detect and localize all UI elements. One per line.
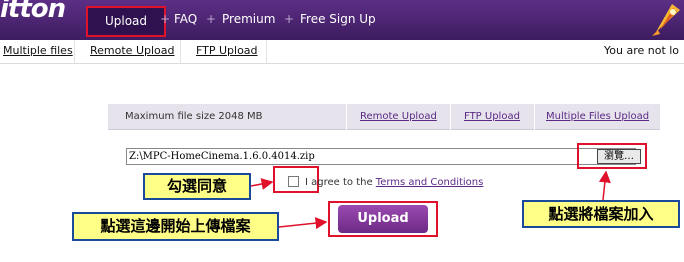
info-divider bbox=[346, 104, 347, 130]
file-path-input[interactable]: Z:\MPC-HomeCinema.1.6.0.4014.zip bbox=[126, 148, 636, 165]
info-divider bbox=[534, 104, 535, 130]
site-logo[interactable]: itton bbox=[0, 0, 66, 24]
nav-signup-link[interactable]: Free Sign Up bbox=[300, 12, 376, 26]
info-ftp-upload-link[interactable]: FTP Upload bbox=[464, 111, 520, 122]
terms-link[interactable]: Terms and Conditions bbox=[376, 177, 484, 188]
nav-premium-link[interactable]: Premium bbox=[222, 12, 275, 26]
max-file-size-text: Maximum file size 2048 MB bbox=[125, 111, 263, 122]
agree-terms-label: I agree to the Terms and Conditions bbox=[305, 177, 483, 188]
upload-info-bar: Maximum file size 2048 MB Remote Upload … bbox=[108, 104, 660, 130]
multiple-files-link[interactable]: Multiple files bbox=[3, 44, 73, 57]
remote-upload-link[interactable]: Remote Upload bbox=[90, 44, 174, 57]
browse-button[interactable]: 瀏覽… bbox=[597, 149, 641, 164]
info-divider bbox=[450, 104, 451, 130]
upload-button[interactable]: Upload bbox=[338, 205, 428, 233]
sub-nav: Multiple files Remote Upload FTP Upload … bbox=[0, 40, 684, 64]
nav-separator: + bbox=[160, 12, 171, 26]
ftp-upload-link[interactable]: FTP Upload bbox=[196, 44, 258, 57]
callout-click-upload: 點選這邊開始上傳檔案 bbox=[72, 212, 279, 241]
arrow-to-browse bbox=[598, 170, 611, 201]
info-remote-upload-link[interactable]: Remote Upload bbox=[360, 111, 437, 122]
top-nav-bar: itton Upload + FAQ + Premium + Free Sign… bbox=[0, 0, 684, 40]
nav-upload-tab[interactable]: Upload bbox=[88, 8, 164, 35]
arrow-to-upload bbox=[278, 217, 328, 230]
subnav-divider bbox=[180, 40, 181, 64]
rocket-icon bbox=[652, 4, 680, 36]
arrow-to-checkbox bbox=[250, 178, 274, 190]
callout-add-file: 點選將檔案加入 bbox=[522, 200, 680, 228]
agree-checkbox[interactable] bbox=[288, 176, 299, 187]
login-status-text: You are not lo bbox=[604, 44, 680, 57]
nav-faq-link[interactable]: FAQ bbox=[174, 12, 197, 26]
info-multiple-files-link[interactable]: Multiple Files Upload bbox=[546, 111, 649, 122]
upload-button-highlight: Upload bbox=[328, 201, 438, 237]
subnav-divider bbox=[266, 40, 267, 64]
nav-separator: + bbox=[206, 12, 217, 26]
nav-separator: + bbox=[284, 12, 295, 26]
agree-text: I agree to the bbox=[305, 177, 373, 188]
callout-check-agree: 勾選同意 bbox=[143, 173, 251, 200]
subnav-divider bbox=[74, 40, 75, 64]
upload-tab-highlight: Upload bbox=[86, 6, 166, 37]
browse-button-highlight: 瀏覽… bbox=[577, 143, 647, 169]
